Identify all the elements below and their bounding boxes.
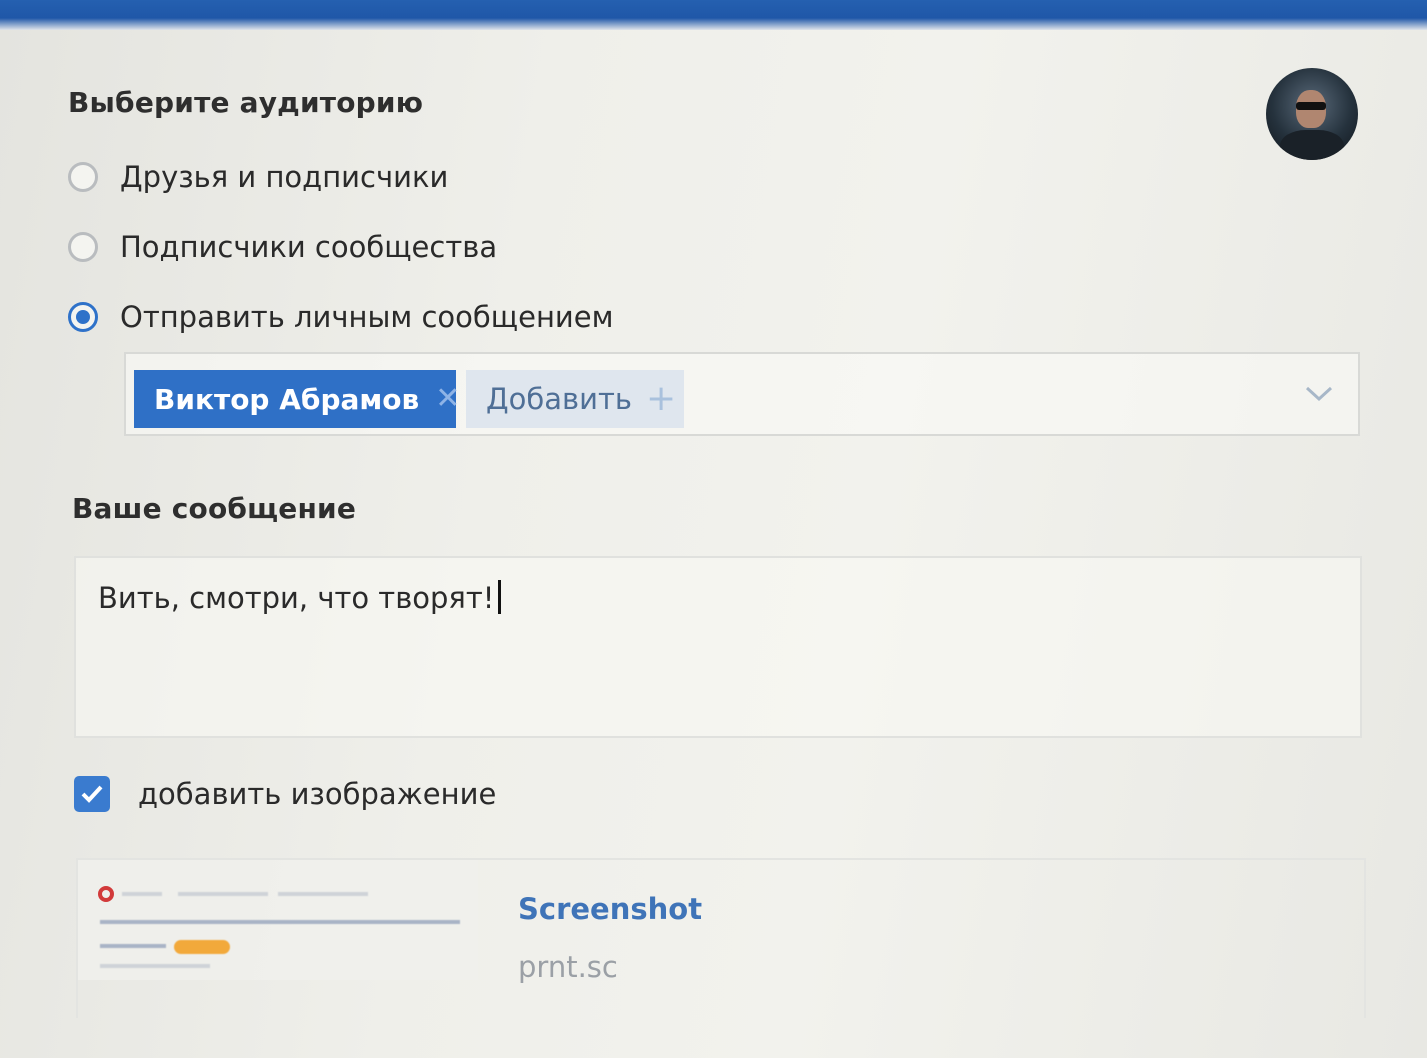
link-preview-domain: prnt.sc — [518, 950, 618, 984]
link-preview-card[interactable]: Screenshot prnt.sc — [76, 858, 1366, 1018]
chevron-down-icon[interactable] — [1304, 378, 1334, 408]
audience-option-label: Отправить личным сообщением — [120, 300, 614, 334]
avatar-glasses — [1296, 102, 1326, 110]
thumb-line — [122, 892, 162, 896]
link-preview-thumbnail[interactable] — [78, 860, 478, 980]
message-title: Ваше сообщение — [72, 492, 357, 525]
close-icon[interactable]: ✕ — [435, 384, 460, 414]
top-bar — [0, 0, 1427, 30]
plus-icon: + — [645, 378, 677, 419]
recipient-chip-label: Виктор Абрамов — [154, 382, 420, 416]
thumb-line — [278, 892, 368, 896]
audience-title: Выберите аудиторию — [68, 86, 424, 119]
recipients-field[interactable]: Виктор Абрамов ✕ Добавить + — [124, 352, 1360, 436]
thumb-line — [178, 892, 268, 896]
thumb-line — [100, 920, 460, 924]
message-textarea[interactable]: Вить, смотри, что творят! — [74, 556, 1362, 738]
radio-friends[interactable] — [68, 162, 98, 192]
audience-option-community[interactable]: Подписчики сообщества — [68, 230, 497, 264]
browser-logo-icon — [98, 886, 114, 902]
link-preview-title[interactable]: Screenshot — [518, 892, 702, 926]
user-avatar[interactable] — [1266, 68, 1358, 160]
audience-option-label: Подписчики сообщества — [120, 230, 498, 264]
avatar-shoulders — [1280, 130, 1344, 160]
audience-option-private-message[interactable]: Отправить личным сообщением — [68, 300, 613, 334]
thumb-badge — [174, 940, 230, 954]
radio-community[interactable] — [68, 232, 98, 262]
recipient-chip[interactable]: Виктор Абрамов ✕ — [134, 370, 460, 428]
attach-image-label: добавить изображение — [138, 777, 497, 811]
add-recipient-label: Добавить — [486, 382, 632, 416]
radio-private-message[interactable] — [68, 302, 98, 332]
add-recipient-button[interactable]: Добавить + — [466, 370, 684, 428]
audience-option-label: Друзья и подписчики — [120, 160, 449, 194]
message-value: Вить, смотри, что творят! — [98, 581, 495, 615]
audience-option-friends[interactable]: Друзья и подписчики — [68, 160, 448, 194]
attach-image-checkbox[interactable] — [74, 776, 110, 812]
thumb-line — [100, 964, 210, 968]
thumb-line — [100, 944, 166, 948]
attach-image-option[interactable]: добавить изображение — [74, 776, 496, 812]
message-value-wrap: Вить, смотри, что творят! — [98, 580, 502, 615]
text-cursor — [498, 580, 502, 614]
checkmark-icon — [81, 785, 103, 803]
